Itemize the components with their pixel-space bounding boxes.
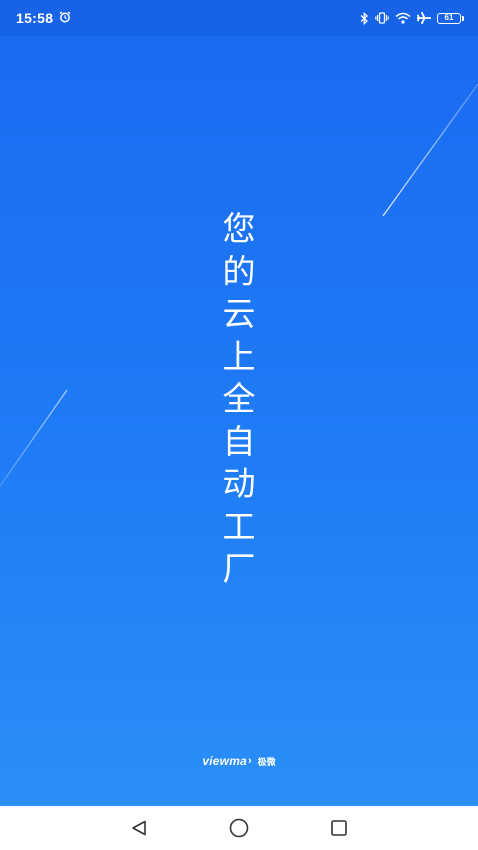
back-button[interactable] (89, 806, 189, 850)
brand-chinese-name: 极微 (257, 757, 276, 768)
brand-name: viewma (202, 754, 247, 768)
slogan-text: 您的云上全自动工厂 (222, 209, 256, 588)
airplane-icon (417, 12, 431, 24)
bluetooth-icon (360, 11, 369, 25)
wifi-icon (395, 12, 411, 24)
battery-cap (462, 15, 464, 21)
back-icon (132, 820, 146, 836)
splash-screen: 15:58 61 您的云上全自动工厂 viewma › 极微 (0, 0, 478, 850)
battery-icon: 61 (437, 12, 464, 24)
home-icon (229, 818, 249, 838)
navigation-bar (0, 806, 478, 850)
status-bar: 15:58 61 (0, 0, 478, 36)
status-time: 15:58 (16, 10, 54, 26)
status-left: 15:58 (16, 10, 71, 26)
alarm-icon (59, 10, 71, 26)
recents-icon (331, 820, 347, 836)
status-right: 61 (360, 11, 464, 25)
splash-background: 您的云上全自动工厂 viewma › 极微 (0, 36, 478, 806)
vibrate-icon (375, 12, 389, 24)
home-button[interactable] (189, 806, 289, 850)
brand-logo: viewma › 极微 (0, 754, 478, 768)
recents-button[interactable] (289, 806, 389, 850)
battery-level: 61 (437, 12, 461, 24)
brand-arrow: › (247, 755, 252, 767)
